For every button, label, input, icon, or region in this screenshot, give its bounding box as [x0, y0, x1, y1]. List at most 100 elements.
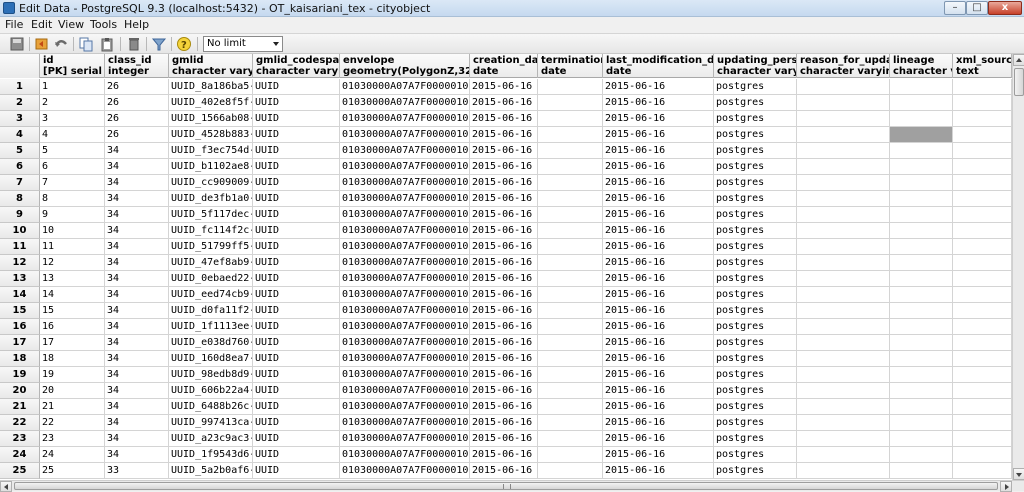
- cell-id[interactable]: 18: [40, 351, 105, 367]
- cell-envelope[interactable]: 01030000A07A7F000001000: [340, 143, 470, 159]
- cell-last-modification-date[interactable]: 2015-06-16: [603, 335, 714, 351]
- cell-envelope[interactable]: 01030000A07A7F000001000: [340, 303, 470, 319]
- cell-reason-for-update[interactable]: [797, 447, 890, 463]
- cell-class-id[interactable]: 34: [105, 143, 169, 159]
- cell-id[interactable]: 21: [40, 399, 105, 415]
- cell-termination[interactable]: [538, 207, 603, 223]
- cell-creation-date[interactable]: 2015-06-16: [470, 239, 538, 255]
- cell-creation-date[interactable]: 2015-06-16: [470, 415, 538, 431]
- row-number[interactable]: 3: [0, 111, 40, 127]
- cell-last-modification-date[interactable]: 2015-06-16: [603, 399, 714, 415]
- cell-gmlid-codespace[interactable]: UUID: [253, 255, 340, 271]
- cell-xml-source[interactable]: [953, 191, 1012, 207]
- row-number[interactable]: 15: [0, 303, 40, 319]
- cell-class-id[interactable]: 34: [105, 415, 169, 431]
- cell-last-modification-date[interactable]: 2015-06-16: [603, 175, 714, 191]
- cell-gmlid[interactable]: UUID_98edb8d9-: [169, 367, 253, 383]
- cell-envelope[interactable]: 01030000A07A7F000001000: [340, 463, 470, 479]
- horizontal-scroll-thumb[interactable]: [14, 482, 998, 490]
- cell-gmlid[interactable]: UUID_fc114f2c-: [169, 223, 253, 239]
- cell-updating-person[interactable]: postgres: [714, 399, 797, 415]
- cell-gmlid[interactable]: UUID_160d8ea7-: [169, 351, 253, 367]
- row-number[interactable]: 1: [0, 79, 40, 95]
- cell-id[interactable]: 14: [40, 287, 105, 303]
- cell-creation-date[interactable]: 2015-06-16: [470, 255, 538, 271]
- cell-xml-source[interactable]: [953, 415, 1012, 431]
- cell-lineage[interactable]: [890, 207, 953, 223]
- cell-last-modification-date[interactable]: 2015-06-16: [603, 431, 714, 447]
- cell-xml-source[interactable]: [953, 255, 1012, 271]
- cell-envelope[interactable]: 01030000A07A7F000001000: [340, 335, 470, 351]
- cell-gmlid[interactable]: UUID_997413ca-: [169, 415, 253, 431]
- cell-gmlid[interactable]: UUID_b1102ae8-: [169, 159, 253, 175]
- cell-class-id[interactable]: 34: [105, 159, 169, 175]
- cell-class-id[interactable]: 34: [105, 335, 169, 351]
- cell-gmlid[interactable]: UUID_4528b883-: [169, 127, 253, 143]
- column-header-reason-for-update[interactable]: reason_for_updatecharacter varying(4: [797, 54, 890, 78]
- cell-updating-person[interactable]: postgres: [714, 383, 797, 399]
- cell-reason-for-update[interactable]: [797, 399, 890, 415]
- row-number[interactable]: 13: [0, 271, 40, 287]
- cell-lineage[interactable]: [890, 319, 953, 335]
- cell-creation-date[interactable]: 2015-06-16: [470, 303, 538, 319]
- cell-gmlid-codespace[interactable]: UUID: [253, 175, 340, 191]
- cell-gmlid-codespace[interactable]: UUID: [253, 143, 340, 159]
- cell-termination[interactable]: [538, 399, 603, 415]
- cell-gmlid-codespace[interactable]: UUID: [253, 95, 340, 111]
- cell-creation-date[interactable]: 2015-06-16: [470, 335, 538, 351]
- cell-termination[interactable]: [538, 463, 603, 479]
- cell-id[interactable]: 13: [40, 271, 105, 287]
- cell-envelope[interactable]: 01030000A07A7F000001000: [340, 79, 470, 95]
- vertical-scrollbar[interactable]: [1012, 54, 1024, 480]
- cell-envelope[interactable]: 01030000A07A7F000001000: [340, 239, 470, 255]
- cell-gmlid[interactable]: UUID_1f1113ee-: [169, 319, 253, 335]
- cell-xml-source[interactable]: [953, 351, 1012, 367]
- cell-termination[interactable]: [538, 271, 603, 287]
- menu-view[interactable]: View: [58, 18, 84, 31]
- cell-class-id[interactable]: 34: [105, 367, 169, 383]
- cell-creation-date[interactable]: 2015-06-16: [470, 383, 538, 399]
- column-header-class-id[interactable]: class_id integer: [105, 54, 169, 78]
- cell-gmlid-codespace[interactable]: UUID: [253, 223, 340, 239]
- cell-envelope[interactable]: 01030000A07A7F000001000: [340, 191, 470, 207]
- cell-lineage[interactable]: [890, 351, 953, 367]
- cell-termination[interactable]: [538, 255, 603, 271]
- cell-gmlid[interactable]: UUID_402e8f5f-: [169, 95, 253, 111]
- cell-termination[interactable]: [538, 319, 603, 335]
- cell-last-modification-date[interactable]: 2015-06-16: [603, 463, 714, 479]
- cell-class-id[interactable]: 34: [105, 271, 169, 287]
- cell-lineage[interactable]: [890, 239, 953, 255]
- cell-termination[interactable]: [538, 159, 603, 175]
- row-number[interactable]: 11: [0, 239, 40, 255]
- cell-last-modification-date[interactable]: 2015-06-16: [603, 271, 714, 287]
- column-header-gmlid[interactable]: gmlidcharacter varying: [169, 54, 253, 78]
- row-number[interactable]: 16: [0, 319, 40, 335]
- cell-last-modification-date[interactable]: 2015-06-16: [603, 79, 714, 95]
- cell-id[interactable]: 11: [40, 239, 105, 255]
- cell-gmlid[interactable]: UUID_a23c9ac3-: [169, 431, 253, 447]
- scroll-left-button[interactable]: [0, 481, 12, 492]
- cell-class-id[interactable]: 26: [105, 111, 169, 127]
- cell-last-modification-date[interactable]: 2015-06-16: [603, 111, 714, 127]
- cell-gmlid[interactable]: UUID_eed74cb9-: [169, 287, 253, 303]
- cell-termination[interactable]: [538, 335, 603, 351]
- cell-termination[interactable]: [538, 111, 603, 127]
- cell-updating-person[interactable]: postgres: [714, 143, 797, 159]
- column-header-termination[interactable]: termination_date: [538, 54, 603, 78]
- cell-id[interactable]: 9: [40, 207, 105, 223]
- cell-gmlid-codespace[interactable]: UUID: [253, 463, 340, 479]
- row-number[interactable]: 10: [0, 223, 40, 239]
- maximize-button[interactable]: □: [966, 1, 988, 15]
- cell-gmlid-codespace[interactable]: UUID: [253, 271, 340, 287]
- row-number[interactable]: 17: [0, 335, 40, 351]
- cell-envelope[interactable]: 01030000A07A7F000001000: [340, 399, 470, 415]
- cell-xml-source[interactable]: [953, 303, 1012, 319]
- cell-lineage[interactable]: [890, 223, 953, 239]
- row-number[interactable]: 24: [0, 447, 40, 463]
- cell-class-id[interactable]: 26: [105, 79, 169, 95]
- cell-class-id[interactable]: 34: [105, 223, 169, 239]
- row-number[interactable]: 22: [0, 415, 40, 431]
- cell-updating-person[interactable]: postgres: [714, 159, 797, 175]
- cell-last-modification-date[interactable]: 2015-06-16: [603, 143, 714, 159]
- cell-last-modification-date[interactable]: 2015-06-16: [603, 239, 714, 255]
